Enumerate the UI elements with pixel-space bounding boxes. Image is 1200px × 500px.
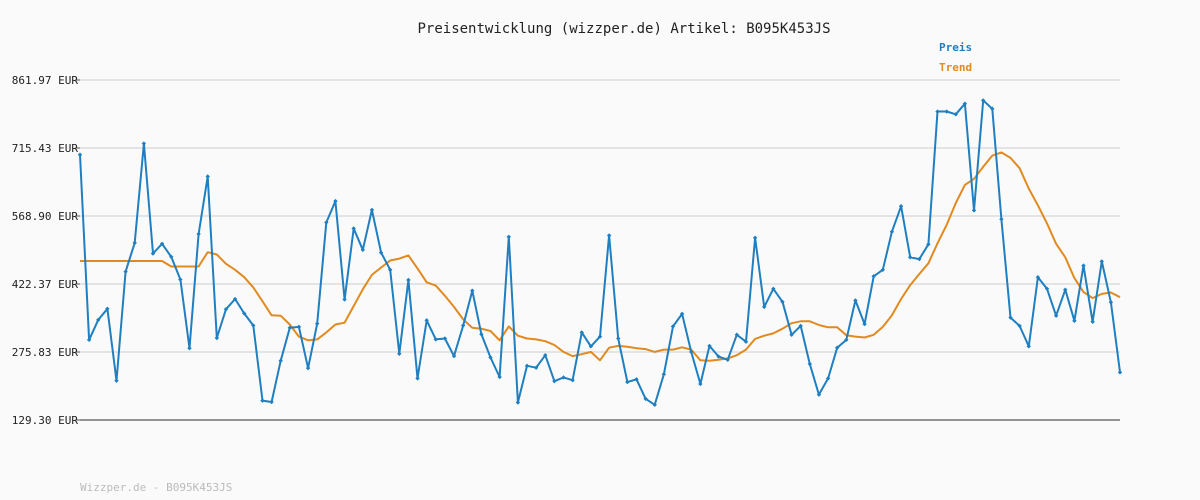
- data-point: [77, 152, 83, 157]
- data-point: [698, 381, 703, 387]
- chart-title: Preisentwicklung (wizzper.de) Artikel: B…: [417, 21, 830, 37]
- y-tick-label: 129.30 EUR: [12, 414, 79, 427]
- grid-layer: [80, 79, 1120, 353]
- y-tick-label: 422.37 EUR: [12, 278, 79, 291]
- data-point: [369, 207, 375, 213]
- data-point: [935, 109, 940, 114]
- data-point: [470, 288, 475, 293]
- chart-svg: Preisentwicklung (wizzper.de) Artikel: B…: [12, 21, 1123, 494]
- data-point: [196, 231, 201, 237]
- data-point: [305, 365, 311, 371]
- data-point: [214, 335, 220, 341]
- y-tick-label: 861.97 EUR: [12, 74, 79, 87]
- price-chart: Preisentwicklung (wizzper.de) Artikel: B…: [0, 0, 1200, 500]
- data-point: [260, 398, 265, 403]
- legend: Preis Trend: [939, 41, 972, 74]
- data-point: [114, 378, 119, 383]
- data-point: [524, 363, 530, 369]
- data-point: [269, 399, 274, 405]
- data-point: [314, 321, 320, 326]
- data-point: [752, 235, 758, 240]
- data-point: [342, 297, 347, 302]
- data-point: [296, 324, 302, 330]
- data-point: [807, 361, 813, 367]
- data-point: [1117, 370, 1123, 375]
- legend-item-trend: Trend: [939, 61, 972, 74]
- data-point: [971, 208, 977, 213]
- y-tick-label: 568.90 EUR: [12, 210, 79, 223]
- y-axis-ticks: 861.97 EUR 715.43 EUR 568.90 EUR 422.37 EUR…: [12, 74, 80, 427]
- data-point: [515, 400, 521, 405]
- data-point: [506, 234, 511, 240]
- y-tick-label: 715.43 EUR: [12, 142, 79, 155]
- data-point: [944, 109, 949, 114]
- data-point: [1108, 300, 1114, 305]
- data-point: [625, 379, 630, 385]
- data-point: [460, 323, 466, 328]
- data-point: [1090, 319, 1095, 324]
- data-point: [278, 358, 283, 363]
- data-point: [1099, 259, 1104, 264]
- legend-item-preis: Preis: [939, 41, 972, 54]
- data-point: [661, 371, 667, 377]
- data-point: [907, 255, 913, 260]
- data-point: [205, 174, 210, 179]
- y-tick-label: 275.83 EUR: [12, 346, 79, 359]
- data-point: [141, 141, 147, 146]
- data-point: [1081, 263, 1086, 268]
- data-point: [616, 336, 621, 341]
- data-point: [1072, 318, 1077, 324]
- data-point: [415, 376, 420, 381]
- data-point: [606, 233, 612, 238]
- data-point: [999, 217, 1004, 222]
- footer-credit: Wizzper.de - B095K453JS: [80, 481, 232, 494]
- data-point: [187, 346, 192, 351]
- data-point: [123, 269, 128, 274]
- data-point: [406, 277, 411, 283]
